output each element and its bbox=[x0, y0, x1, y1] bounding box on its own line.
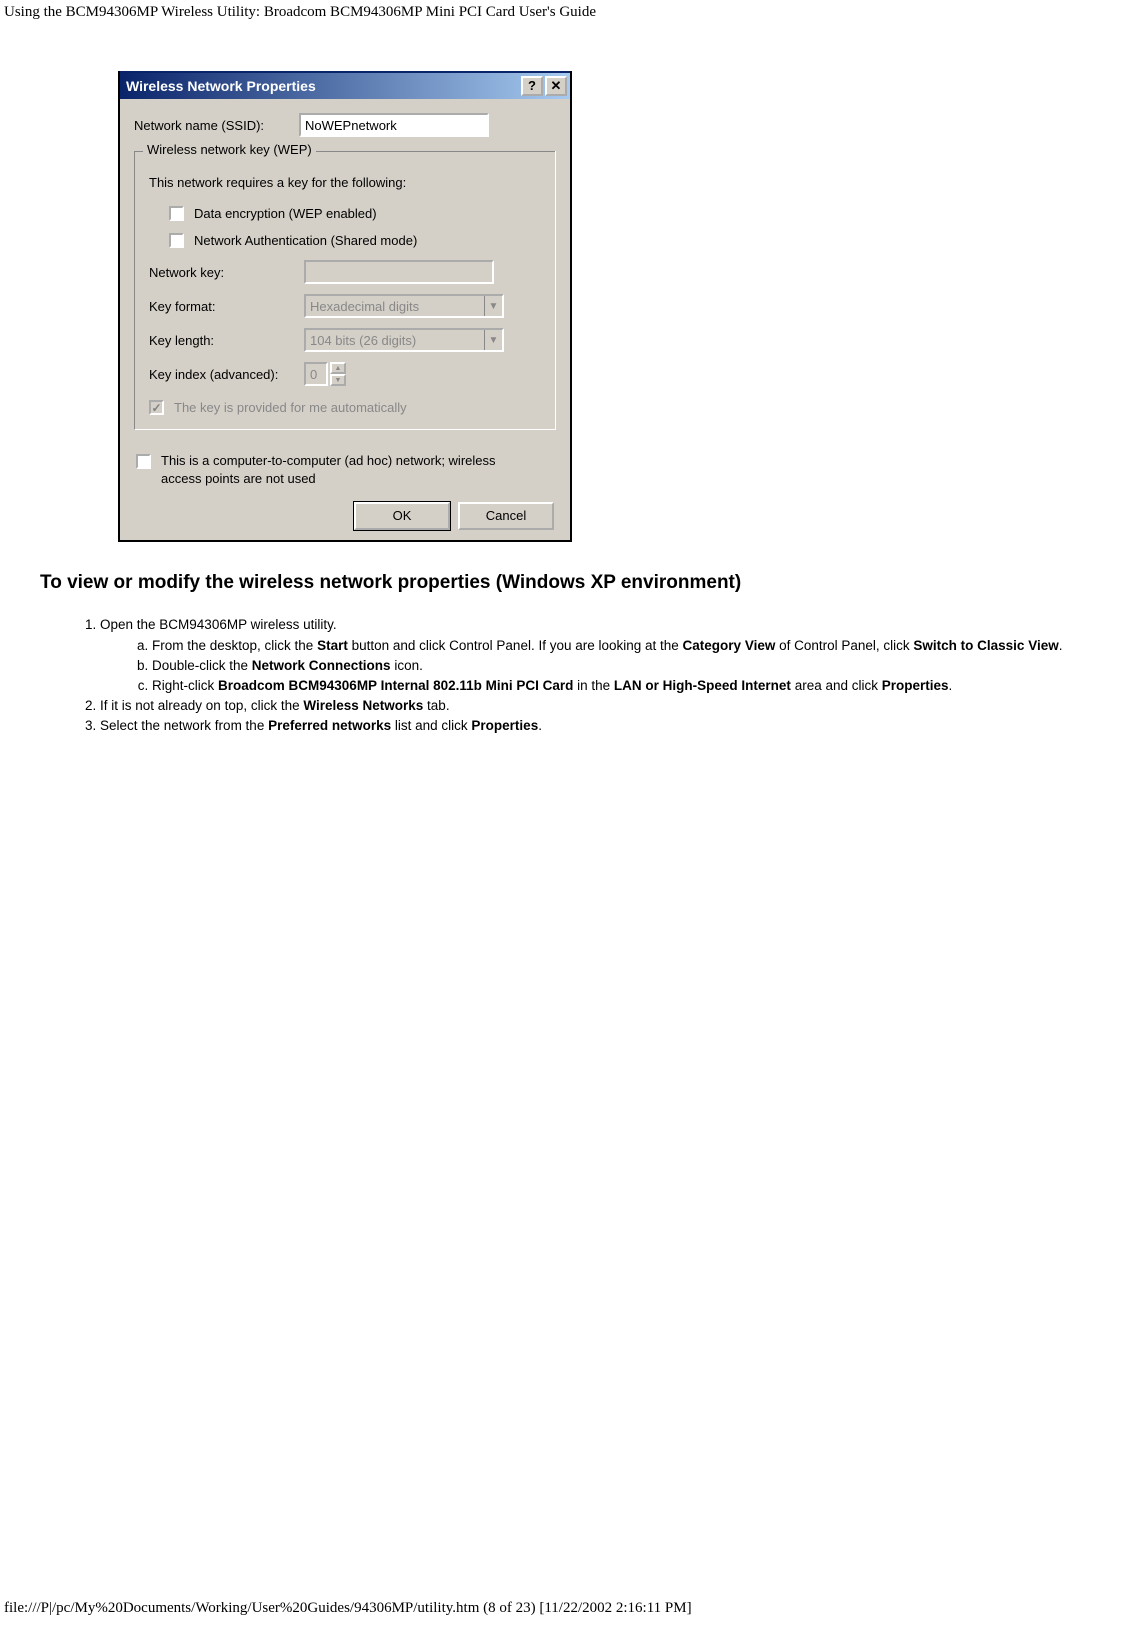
key-length-combo: 104 bits (26 digits) ▼ bbox=[304, 328, 504, 352]
adhoc-checkbox[interactable] bbox=[136, 454, 151, 469]
adhoc-label: This is a computer-to-computer (ad hoc) … bbox=[161, 452, 501, 488]
key-index-label: Key index (advanced): bbox=[149, 367, 304, 382]
section-heading: To view or modify the wireless network p… bbox=[40, 572, 1132, 594]
key-index-spinner: 0 ▲ ▼ bbox=[304, 362, 346, 386]
network-key-input bbox=[304, 260, 494, 284]
wireless-properties-dialog: Wireless Network Properties ? ✕ Network … bbox=[118, 71, 572, 542]
network-key-label: Network key: bbox=[149, 265, 304, 280]
wep-legend: Wireless network key (WEP) bbox=[143, 142, 316, 157]
ssid-input[interactable] bbox=[299, 113, 489, 137]
encryption-label: Data encryption (WEP enabled) bbox=[194, 206, 377, 221]
titlebar: Wireless Network Properties ? ✕ bbox=[120, 71, 570, 99]
page-header: Using the BCM94306MP Wireless Utility: B… bbox=[0, 0, 1132, 21]
wep-desc: This network requires a key for the foll… bbox=[149, 175, 545, 190]
close-button[interactable]: ✕ bbox=[545, 76, 567, 96]
wep-groupbox: Wireless network key (WEP) This network … bbox=[134, 151, 556, 430]
spinner-up-icon: ▲ bbox=[330, 362, 346, 374]
page-footer: file:///P|/pc/My%20Documents/Working/Use… bbox=[4, 1600, 692, 1617]
spinner-down-icon: ▼ bbox=[330, 374, 346, 386]
key-format-value: Hexadecimal digits bbox=[306, 299, 484, 314]
step-1a: From the desktop, click the Start button… bbox=[152, 637, 1132, 655]
ok-button[interactable]: OK bbox=[354, 502, 450, 530]
step-1b: Double-click the Network Connections ico… bbox=[152, 657, 1132, 675]
step-1c: Right-click Broadcom BCM94306MP Internal… bbox=[152, 677, 1132, 695]
chevron-down-icon: ▼ bbox=[484, 330, 502, 350]
auth-label: Network Authentication (Shared mode) bbox=[194, 233, 417, 248]
ssid-label: Network name (SSID): bbox=[134, 118, 299, 133]
step-3: Select the network from the Preferred ne… bbox=[100, 717, 1132, 735]
instructions: Open the BCM94306MP wireless utility. Fr… bbox=[72, 616, 1132, 735]
dialog-screenshot: Wireless Network Properties ? ✕ Network … bbox=[118, 71, 1132, 542]
key-length-label: Key length: bbox=[149, 333, 304, 348]
key-length-value: 104 bits (26 digits) bbox=[306, 333, 484, 348]
step-2: If it is not already on top, click the W… bbox=[100, 697, 1132, 715]
cancel-button[interactable]: Cancel bbox=[458, 502, 554, 530]
chevron-down-icon: ▼ bbox=[484, 296, 502, 316]
key-index-value: 0 bbox=[304, 362, 328, 386]
auth-checkbox[interactable] bbox=[169, 233, 184, 248]
step-1: Open the BCM94306MP wireless utility. Fr… bbox=[100, 616, 1132, 695]
auto-key-label: The key is provided for me automatically bbox=[174, 400, 407, 415]
encryption-checkbox[interactable] bbox=[169, 206, 184, 221]
auto-key-checkbox bbox=[149, 400, 164, 415]
help-button[interactable]: ? bbox=[521, 76, 543, 96]
key-format-combo: Hexadecimal digits ▼ bbox=[304, 294, 504, 318]
key-format-label: Key format: bbox=[149, 299, 304, 314]
dialog-title: Wireless Network Properties bbox=[126, 78, 519, 94]
